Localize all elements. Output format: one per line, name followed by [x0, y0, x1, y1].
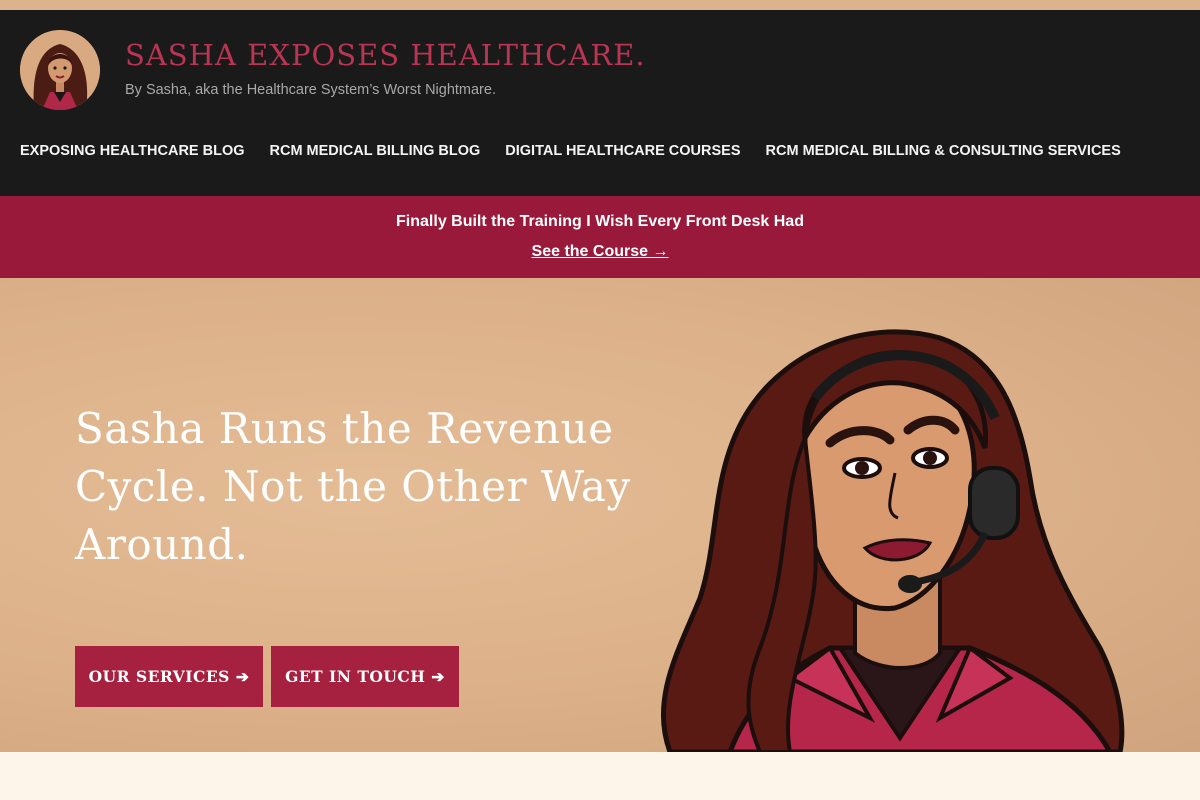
- top-accent-strip: [0, 0, 1200, 10]
- our-services-button[interactable]: OUR SERVICES ➔: [75, 646, 263, 707]
- promo-banner: Finally Built the Training I Wish Every …: [0, 196, 1200, 278]
- site-header: SASHA EXPOSES HEALTHCARE. By Sasha, aka …: [0, 10, 1200, 196]
- avatar-illustration-icon: [20, 30, 100, 110]
- avatar-logo[interactable]: [20, 30, 100, 110]
- arrow-right-icon: ➔: [431, 667, 445, 686]
- nav-item-digital-courses[interactable]: DIGITAL HEALTHCARE COURSES: [505, 143, 740, 159]
- get-in-touch-label: GET IN TOUCH: [285, 667, 426, 686]
- nav-item-consulting-services[interactable]: RCM MEDICAL BILLING & CONSULTING SERVICE…: [766, 143, 1121, 159]
- hero-section: Sasha Runs the Revenue Cycle. Not the Ot…: [0, 278, 1200, 752]
- nav-item-exposing-healthcare-blog[interactable]: EXPOSING HEALTHCARE BLOG: [20, 143, 245, 159]
- promo-text: Finally Built the Training I Wish Every …: [396, 213, 804, 230]
- arrow-right-icon: ➔: [235, 667, 250, 686]
- get-in-touch-button[interactable]: GET IN TOUCH ➔: [271, 646, 459, 707]
- site-title[interactable]: SASHA EXPOSES HEALTHCARE.: [125, 38, 646, 72]
- main-nav: EXPOSING HEALTHCARE BLOG RCM MEDICAL BIL…: [20, 143, 1121, 159]
- nav-item-rcm-billing-blog[interactable]: RCM MEDICAL BILLING BLOG: [270, 143, 481, 159]
- our-services-label: OUR SERVICES: [88, 667, 230, 686]
- site-tagline: By Sasha, aka the Healthcare System’s Wo…: [125, 82, 496, 98]
- page-content-start: [0, 752, 1200, 800]
- hero-heading: Sasha Runs the Revenue Cycle. Not the Ot…: [75, 404, 631, 569]
- sasha-illustration-icon: [660, 329, 1125, 752]
- see-course-link[interactable]: See the Course →: [0, 243, 1200, 261]
